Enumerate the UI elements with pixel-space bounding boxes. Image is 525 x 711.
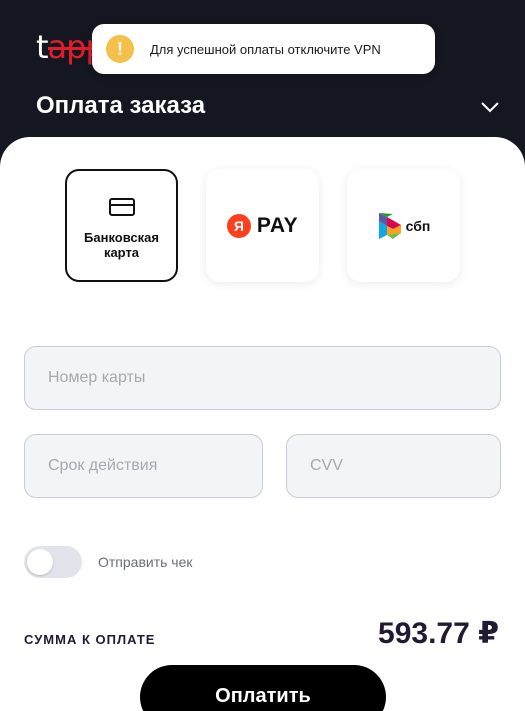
- cvv-placeholder: CVV: [310, 457, 343, 474]
- payment-sheet: Банковская карта Я PAY сбп Номер карты С…: [0, 137, 525, 711]
- page-title: Оплата заказа: [36, 92, 206, 119]
- send-receipt-toggle[interactable]: [24, 546, 82, 578]
- toggle-knob: [27, 549, 53, 575]
- pay-button[interactable]: Оплатить: [140, 665, 386, 711]
- sbp-logo-icon: [378, 212, 401, 239]
- chevron-down-icon[interactable]: [479, 96, 501, 118]
- credit-card-icon: [108, 197, 135, 216]
- payment-method-sbp[interactable]: сбп: [347, 169, 460, 282]
- sbp-logo: сбп: [377, 211, 430, 241]
- total-label: СУММА К ОПЛАТЕ: [24, 632, 156, 647]
- payment-method-yandex-pay[interactable]: Я PAY: [206, 169, 319, 282]
- yandex-pay-logo: Я PAY: [226, 213, 298, 238]
- method-label: Банковская карта: [84, 229, 159, 260]
- warning-icon: !: [106, 35, 134, 63]
- logo-strike-line: [48, 47, 96, 50]
- expiry-date-field[interactable]: Срок действия: [24, 434, 263, 498]
- cvv-field[interactable]: CVV: [286, 434, 501, 498]
- payment-method-bank-card[interactable]: Банковская карта: [65, 169, 178, 282]
- total-amount: 593.77 ₽: [378, 617, 499, 650]
- toast-message: Для успешной оплаты отключите VPN: [150, 41, 381, 57]
- send-receipt-label: Отправить чек: [98, 554, 193, 570]
- vpn-warning-toast: ! Для успешной оплаты отключите VPN: [92, 24, 435, 74]
- yandex-logo-icon: Я: [226, 213, 251, 238]
- card-number-placeholder: Номер карты: [48, 369, 146, 386]
- card-number-field[interactable]: Номер карты: [24, 346, 501, 410]
- expiry-placeholder: Срок действия: [48, 457, 158, 474]
